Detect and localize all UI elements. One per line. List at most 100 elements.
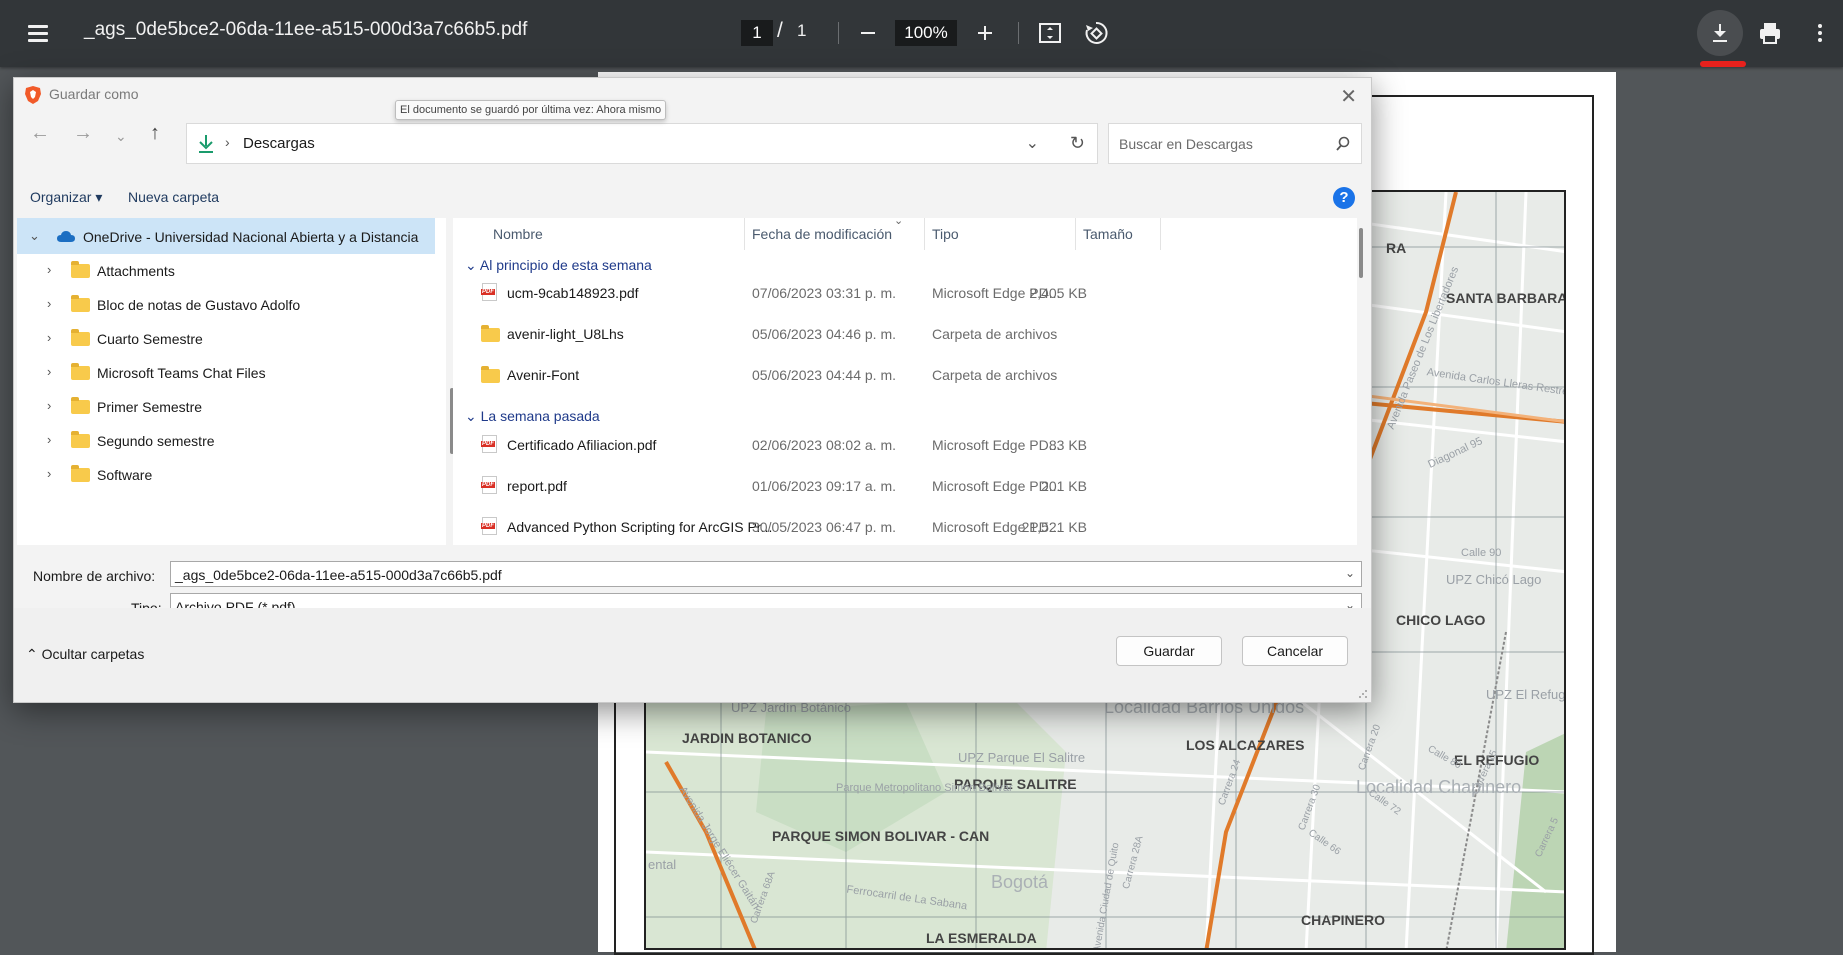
filename-label: Nombre de archivo: bbox=[33, 568, 156, 584]
tree-item-folder[interactable]: › Microsoft Teams Chat Files bbox=[17, 355, 435, 389]
tree-item-folder[interactable]: › Attachments bbox=[17, 253, 435, 287]
expand-chevron-icon[interactable]: › bbox=[47, 330, 51, 345]
organize-label: Organizar bbox=[30, 189, 92, 205]
map-label: Parque Metropolitano Simón Bolívar bbox=[836, 782, 1013, 794]
file-list-scrollbar[interactable] bbox=[1359, 228, 1363, 278]
folder-icon bbox=[71, 261, 90, 278]
tree-item-label: Microsoft Teams Chat Files bbox=[97, 365, 266, 381]
page-number-input[interactable]: 1 bbox=[741, 20, 773, 46]
menu-icon[interactable] bbox=[26, 20, 52, 46]
resize-grip-icon[interactable] bbox=[1358, 689, 1368, 699]
address-bar[interactable]: › Descargas ⌄ ↻ bbox=[186, 123, 1098, 164]
organize-menu[interactable]: Organizar ▾ bbox=[30, 189, 102, 206]
forward-arrow-icon[interactable]: → bbox=[73, 122, 93, 145]
map-label: ental bbox=[648, 857, 677, 872]
folder-icon bbox=[71, 465, 90, 482]
file-name: Certificado Afiliacion.pdf bbox=[507, 437, 657, 453]
map-label: LA ESMERALDA bbox=[926, 930, 1037, 946]
file-list: Nombre ⌄ Fecha de modificación Tipo Tama… bbox=[453, 218, 1357, 545]
hide-folders-toggle[interactable]: ⌃ Ocultar carpetas bbox=[26, 646, 144, 663]
group-header[interactable]: ⌄ La semana pasada bbox=[465, 408, 600, 425]
expand-chevron-icon[interactable]: › bbox=[47, 262, 51, 277]
expand-chevron-icon[interactable]: › bbox=[47, 432, 51, 447]
rotate-icon[interactable] bbox=[1081, 18, 1111, 48]
file-row[interactable]: Advanced Python Scripting for ArcGIS Pr.… bbox=[453, 510, 1357, 544]
expand-chevron-icon[interactable]: › bbox=[47, 398, 51, 413]
zoom-out-icon[interactable] bbox=[853, 18, 883, 48]
close-icon[interactable]: ✕ bbox=[1340, 84, 1357, 109]
onedrive-cloud-icon bbox=[57, 231, 75, 242]
zoom-level-input[interactable]: 100% bbox=[895, 20, 957, 46]
new-folder-button[interactable]: Nueva carpeta bbox=[128, 189, 219, 205]
refresh-icon[interactable]: ↻ bbox=[1070, 133, 1085, 154]
group-header[interactable]: ⌄ Al principio de esta semana bbox=[465, 257, 652, 274]
group-label: La semana pasada bbox=[480, 408, 600, 424]
map-label: UPZ Parque El Salitre bbox=[958, 750, 1086, 765]
search-input[interactable]: Buscar en Descargas bbox=[1108, 123, 1362, 164]
recent-locations-chevron-icon[interactable]: ⌄ bbox=[115, 128, 127, 145]
folder-icon bbox=[71, 431, 90, 448]
column-divider[interactable] bbox=[1160, 218, 1161, 250]
expand-chevron-icon[interactable]: › bbox=[47, 364, 51, 379]
help-icon[interactable]: ? bbox=[1333, 187, 1355, 209]
collapse-chevron-icon[interactable]: ⌄ bbox=[29, 228, 40, 244]
map-label: CHICO LAGO bbox=[1396, 612, 1486, 628]
tree-item-folder[interactable]: › Primer Semestre bbox=[17, 389, 435, 423]
dialog-title: Guardar como bbox=[49, 86, 139, 102]
filename-input[interactable]: _ags_0de5bce2-06da-11ee-a515-000d3a7c66b… bbox=[170, 561, 1362, 587]
column-header-type[interactable]: Tipo bbox=[932, 226, 959, 242]
file-name: ucm-9cab148923.pdf bbox=[507, 285, 639, 301]
hide-folders-label: Ocultar carpetas bbox=[41, 646, 145, 662]
zoom-in-icon[interactable] bbox=[970, 18, 1000, 48]
expand-chevron-icon[interactable]: › bbox=[47, 296, 51, 311]
document-title: _ags_0de5bce2-06da-11ee-a515-000d3a7c66b… bbox=[84, 19, 528, 40]
file-row[interactable]: Certificado Afiliacion.pdf 02/06/2023 08:… bbox=[453, 428, 1357, 462]
file-type: Microsoft Edge PD... bbox=[932, 437, 1061, 453]
fit-to-page-icon[interactable] bbox=[1035, 18, 1065, 48]
last-saved-tooltip: El documento se guardó por última vez: A… bbox=[395, 100, 667, 120]
file-row[interactable]: report.pdf01/06/2023 09:17 a. m.Microsof… bbox=[453, 469, 1357, 503]
file-row[interactable]: avenir-light_U8Lhs 05/06/2023 04:46 p. m.… bbox=[453, 317, 1357, 351]
column-header-date[interactable]: Fecha de modificación bbox=[752, 226, 892, 242]
pdf-icon bbox=[481, 435, 497, 453]
file-name: report.pdf bbox=[507, 478, 567, 494]
file-date: 01/06/2023 09:17 a. m. bbox=[752, 478, 896, 494]
tree-item-label: Segundo semestre bbox=[97, 433, 215, 449]
file-row[interactable]: Avenir-Font 05/06/2023 04:44 p. m. Carpeta… bbox=[453, 358, 1357, 392]
pdf-icon bbox=[481, 283, 497, 301]
file-row[interactable]: ucm-9cab148923.pdf 07/06/2023 03:31 p. m.… bbox=[453, 276, 1357, 310]
tree-item-onedrive[interactable]: ⌄ OneDrive - Universidad Nacional Abiert… bbox=[17, 219, 435, 253]
save-as-dialog: Guardar como ✕ ← → ⌄ ↑ › Descargas ⌄ ↻ B… bbox=[13, 77, 1372, 703]
tree-item-folder[interactable]: › Bloc de notas de Gustavo Adolfo bbox=[17, 287, 435, 321]
address-dropdown-icon[interactable]: ⌄ bbox=[1026, 133, 1039, 153]
print-icon[interactable] bbox=[1755, 18, 1785, 48]
file-name: Advanced Python Scripting for ArcGIS Pr.… bbox=[507, 519, 773, 535]
download-icon[interactable] bbox=[1705, 18, 1735, 48]
folder-icon bbox=[71, 363, 90, 380]
filename-dropdown-icon[interactable]: ⌄ bbox=[1345, 566, 1355, 580]
tree-item-folder[interactable]: › Segundo semestre bbox=[17, 423, 435, 457]
map-label: UPZ Chicó Lago bbox=[1446, 572, 1542, 587]
tree-item-label: Primer Semestre bbox=[97, 399, 203, 415]
back-arrow-icon[interactable]: ← bbox=[30, 122, 50, 145]
column-divider[interactable] bbox=[1075, 218, 1076, 250]
save-button[interactable]: Guardar bbox=[1116, 636, 1222, 666]
tree-item-folder[interactable]: › Software bbox=[17, 457, 435, 491]
toolbar-divider bbox=[1018, 22, 1019, 44]
filename-value: _ags_0de5bce2-06da-11ee-a515-000d3a7c66b… bbox=[175, 567, 502, 583]
column-divider[interactable] bbox=[744, 218, 745, 250]
up-arrow-icon[interactable]: ↑ bbox=[150, 122, 160, 145]
cancel-button[interactable]: Cancelar bbox=[1242, 636, 1348, 666]
expand-chevron-icon[interactable]: › bbox=[47, 466, 51, 481]
file-type: Carpeta de archivos bbox=[932, 326, 1058, 342]
breadcrumb-descargas[interactable]: Descargas bbox=[243, 135, 315, 152]
more-options-icon[interactable] bbox=[1805, 18, 1835, 48]
download-active-indicator bbox=[1700, 61, 1746, 67]
pdf-toolbar: _ags_0de5bce2-06da-11ee-a515-000d3a7c66b… bbox=[0, 0, 1843, 67]
toolbar-divider bbox=[838, 22, 839, 44]
column-divider[interactable] bbox=[924, 218, 925, 250]
column-header-size[interactable]: Tamaño bbox=[1083, 226, 1133, 242]
tree-item-folder[interactable]: › Cuarto Semestre bbox=[17, 321, 435, 355]
dialog-titlebar[interactable]: Guardar como ✕ bbox=[14, 78, 1371, 112]
column-header-name[interactable]: Nombre bbox=[493, 226, 543, 242]
